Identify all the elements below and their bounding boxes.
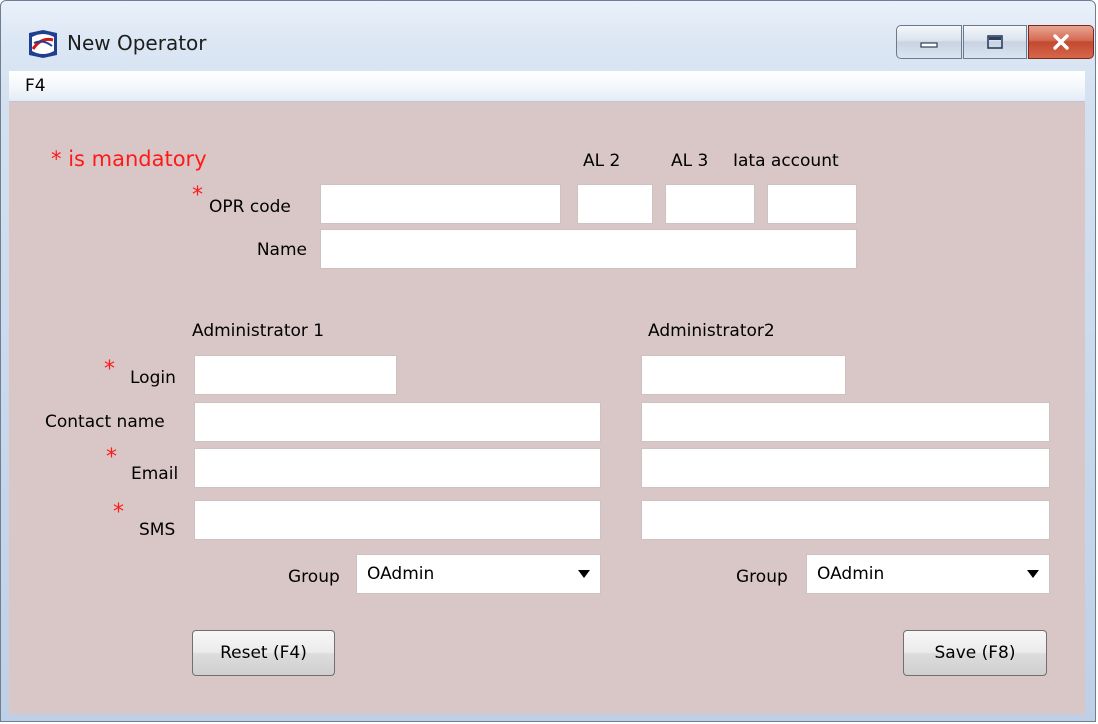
mandatory-note: * is mandatory xyxy=(51,147,207,171)
administrator-2-heading: Administrator2 xyxy=(648,321,775,341)
admin1-sms-field[interactable] xyxy=(194,500,601,540)
al3-field[interactable] xyxy=(665,184,755,224)
chevron-down-icon xyxy=(1027,570,1039,578)
close-button[interactable] xyxy=(1028,25,1094,59)
admin2-group-label: Group xyxy=(736,567,788,587)
name-field[interactable] xyxy=(320,229,857,269)
minimize-button[interactable] xyxy=(896,25,962,59)
admin1-group-label: Group xyxy=(288,567,340,587)
al3-column-label: AL 3 xyxy=(671,151,709,171)
opr-code-field[interactable] xyxy=(320,184,561,224)
name-label: Name xyxy=(256,240,307,260)
app-window: New Operator F4 * is mandatory AL 2 AL 3… xyxy=(0,0,1096,722)
form-panel: * is mandatory AL 2 AL 3 Iata account * … xyxy=(9,102,1085,714)
required-marker: * xyxy=(113,500,124,525)
admin2-contact-name-field[interactable] xyxy=(641,402,1050,442)
reset-button[interactable]: Reset (F4) xyxy=(192,630,335,676)
admin1-email-field[interactable] xyxy=(194,448,601,488)
maximize-button[interactable] xyxy=(963,25,1027,59)
admin2-group-select[interactable]: OAdmin xyxy=(806,554,1050,594)
maximize-icon xyxy=(987,35,1003,49)
administrator-1-heading: Administrator 1 xyxy=(192,321,325,341)
menu-item-f4[interactable]: F4 xyxy=(25,76,46,96)
title-bar[interactable]: New Operator xyxy=(1,1,1095,71)
opr-code-label: OPR code xyxy=(209,197,291,217)
login-label: Login xyxy=(130,368,176,388)
admin2-group-value: OAdmin xyxy=(817,564,885,584)
admin1-group-value: OAdmin xyxy=(367,564,435,584)
admin1-group-select[interactable]: OAdmin xyxy=(356,554,601,594)
iata-account-column-label: Iata account xyxy=(733,151,839,171)
iata-account-field[interactable] xyxy=(767,184,857,224)
mandatory-note-text: is mandatory xyxy=(68,147,207,171)
contact-name-label: Contact name xyxy=(45,412,165,432)
admin1-contact-name-field[interactable] xyxy=(194,402,601,442)
required-marker: * xyxy=(192,183,203,208)
app-logo-icon xyxy=(29,30,57,58)
email-label: Email xyxy=(131,464,179,484)
required-marker: * xyxy=(106,445,117,470)
menu-bar: F4 xyxy=(9,71,1085,102)
al2-field[interactable] xyxy=(577,184,653,224)
minimize-icon xyxy=(920,42,938,48)
sms-label: SMS xyxy=(139,520,176,540)
chevron-down-icon xyxy=(578,570,590,578)
admin1-login-field[interactable] xyxy=(194,355,397,395)
required-marker: * xyxy=(51,147,62,171)
admin2-login-field[interactable] xyxy=(641,355,846,395)
close-icon xyxy=(1053,34,1069,50)
window-title: New Operator xyxy=(67,31,207,55)
required-marker: * xyxy=(104,357,115,382)
admin2-email-field[interactable] xyxy=(641,448,1050,488)
admin2-sms-field[interactable] xyxy=(641,500,1050,540)
al2-column-label: AL 2 xyxy=(583,151,621,171)
save-button[interactable]: Save (F8) xyxy=(903,630,1047,676)
